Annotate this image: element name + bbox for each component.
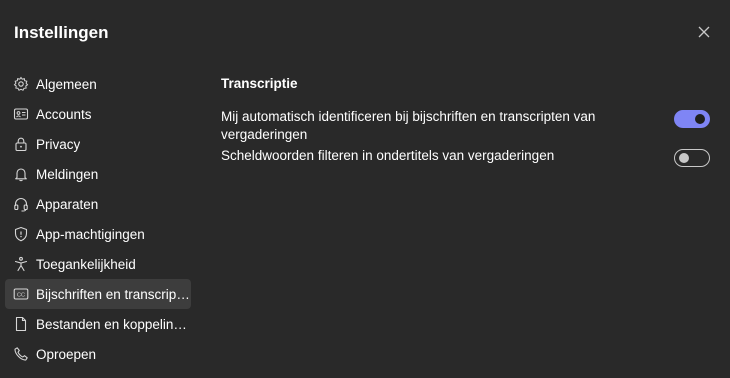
sidebar-item-label: App-machtigingen	[36, 226, 145, 242]
toggle-knob	[695, 114, 705, 124]
sidebar-item-label: Oproepen	[36, 346, 97, 362]
shield-icon	[13, 226, 29, 242]
gear-icon	[13, 76, 29, 92]
headset-icon	[13, 196, 29, 212]
closed-captions-icon: CC	[13, 286, 29, 302]
sidebar-item-label: Apparaten	[36, 196, 99, 212]
setting-profanity-filter-label: Scheldwoorden filteren in ondertitels va…	[221, 148, 555, 163]
sidebar-item-label: Accounts	[36, 106, 92, 122]
bell-icon	[13, 166, 29, 182]
accessibility-icon	[13, 256, 29, 272]
sidebar-item-label: Bijschriften en transcript...	[36, 286, 191, 302]
close-icon	[698, 26, 710, 38]
sidebar-item-accounts[interactable]: Accounts	[5, 99, 191, 129]
sidebar-item-label: Privacy	[36, 136, 81, 152]
svg-text:CC: CC	[17, 292, 25, 298]
close-button[interactable]	[696, 24, 712, 40]
setting-auto-identify-label: Mij automatisch identificeren bij bijsch…	[221, 109, 596, 142]
document-icon	[13, 316, 29, 332]
sidebar-item-privacy[interactable]: Privacy	[5, 129, 191, 159]
sidebar-item-label: Toegankelijkheid	[36, 256, 136, 272]
section-title: Transcriptie	[221, 76, 298, 91]
sidebar-item-bijschriften[interactable]: CC Bijschriften en transcript...	[5, 279, 191, 309]
sidebar-item-app-machtigingen[interactable]: App-machtigingen	[5, 219, 191, 249]
settings-sidebar: Algemeen Accounts Privacy Meldingen Appa…	[5, 69, 191, 369]
sidebar-item-algemeen[interactable]: Algemeen	[5, 69, 191, 99]
id-card-icon	[13, 106, 29, 122]
sidebar-item-oproepen[interactable]: Oproepen	[5, 339, 191, 369]
settings-title: Instellingen	[14, 23, 109, 42]
profanity-filter-toggle[interactable]	[674, 149, 710, 167]
sidebar-item-apparaten[interactable]: Apparaten	[5, 189, 191, 219]
toggle-knob	[679, 153, 689, 163]
sidebar-item-toegankelijkheid[interactable]: Toegankelijkheid	[5, 249, 191, 279]
auto-identify-toggle[interactable]	[674, 110, 710, 128]
sidebar-item-bestanden[interactable]: Bestanden en koppeling...	[5, 309, 191, 339]
sidebar-item-label: Bestanden en koppeling...	[36, 316, 191, 332]
sidebar-item-label: Meldingen	[36, 166, 99, 182]
sidebar-item-meldingen[interactable]: Meldingen	[5, 159, 191, 189]
phone-icon	[13, 346, 29, 362]
lock-icon	[13, 136, 29, 152]
sidebar-item-label: Algemeen	[36, 76, 97, 92]
